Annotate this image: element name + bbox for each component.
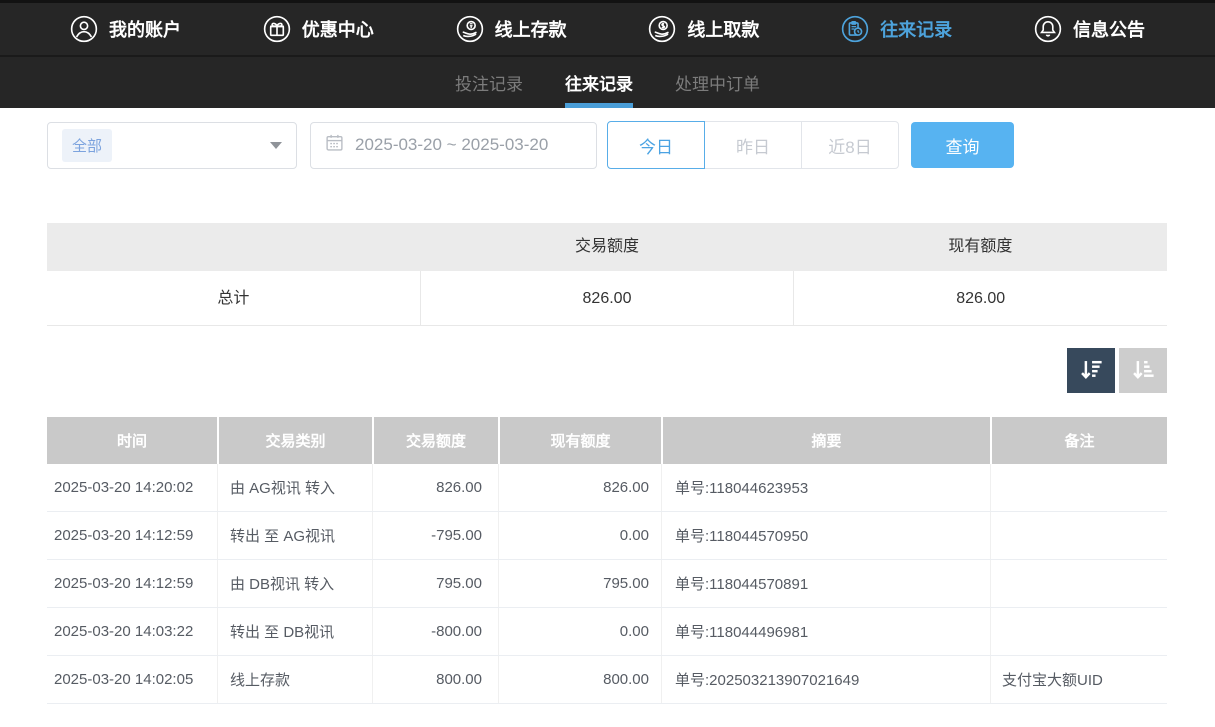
summary-header-row: 交易额度 现有额度 xyxy=(47,223,1167,271)
gift-icon xyxy=(263,15,291,43)
nav-item-label: 信息公告 xyxy=(1073,16,1145,42)
today-button[interactable]: 今日 xyxy=(607,121,705,169)
table-header-row: 时间 交易类别 交易额度 现有额度 摘要 备注 xyxy=(47,417,1167,464)
col-header-summary: 摘要 xyxy=(661,417,990,464)
cell-transaction-amount: 795.00 xyxy=(372,560,498,607)
summary-table: 交易额度 现有额度 总计 826.00 826.00 xyxy=(47,223,1167,326)
col-header-type: 交易类别 xyxy=(217,417,372,464)
cell-type: 转出 至 AG视讯 xyxy=(217,512,372,559)
cell-remark xyxy=(990,464,1167,511)
cell-summary: 单号:202503213907021649 xyxy=(661,656,990,703)
col-header-current-amount: 现有额度 xyxy=(498,417,661,464)
main-content: 全部 2025-03-20 ~ 2025-03-20 今日 昨日 近8日 查询 xyxy=(0,121,1215,704)
nav-item-withdraw[interactable]: 线上取款 xyxy=(648,15,759,43)
bell-icon xyxy=(1034,15,1062,43)
cell-current-amount: 826.00 xyxy=(498,464,661,511)
cell-time: 2025-03-20 14:20:02 xyxy=(47,464,217,511)
table-row: 2025-03-20 14:02:05 线上存款 800.00 800.00 单… xyxy=(47,656,1167,704)
cell-remark: 支付宝大额UID xyxy=(990,656,1167,703)
cell-transaction-amount: -795.00 xyxy=(372,512,498,559)
type-select[interactable]: 全部 xyxy=(47,122,297,169)
calendar-icon xyxy=(325,133,344,157)
caret-down-icon xyxy=(270,142,282,149)
col-header-time: 时间 xyxy=(47,417,217,464)
sort-desc-icon xyxy=(1078,356,1105,386)
table-row: 2025-03-20 14:03:22 转出 至 DB视讯 -800.00 0.… xyxy=(47,608,1167,656)
cell-time: 2025-03-20 14:12:59 xyxy=(47,560,217,607)
summary-total-row: 总计 826.00 826.00 xyxy=(47,271,1167,326)
last-8-days-button[interactable]: 近8日 xyxy=(801,121,899,169)
cell-type: 由 AG视讯 转入 xyxy=(217,464,372,511)
summary-total-label: 总计 xyxy=(47,271,420,325)
tab-transaction-records[interactable]: 往来记录 xyxy=(565,57,633,108)
cell-summary: 单号:118044496981 xyxy=(661,608,990,655)
cell-remark xyxy=(990,608,1167,655)
cell-current-amount: 0.00 xyxy=(498,608,661,655)
filter-bar: 全部 2025-03-20 ~ 2025-03-20 今日 昨日 近8日 查询 xyxy=(47,121,1167,169)
table-row: 2025-03-20 14:12:59 由 DB视讯 转入 795.00 795… xyxy=(47,560,1167,608)
summary-header-transaction-amount: 交易额度 xyxy=(420,223,793,271)
cell-type: 由 DB视讯 转入 xyxy=(217,560,372,607)
summary-header-current-amount: 现有额度 xyxy=(794,223,1167,271)
sort-descending-button[interactable] xyxy=(1067,348,1115,393)
yesterday-button[interactable]: 昨日 xyxy=(704,121,802,169)
nav-item-announcements[interactable]: 信息公告 xyxy=(1034,15,1145,43)
summary-transaction-amount: 826.00 xyxy=(420,271,794,325)
nav-item-label: 往来记录 xyxy=(880,16,952,42)
cell-remark xyxy=(990,512,1167,559)
tab-label: 投注记录 xyxy=(455,70,523,95)
cell-summary: 单号:118044570891 xyxy=(661,560,990,607)
col-header-remark: 备注 xyxy=(990,417,1167,464)
cell-time: 2025-03-20 14:03:22 xyxy=(47,608,217,655)
deposit-icon xyxy=(456,15,484,43)
nav-item-my-account[interactable]: 我的账户 xyxy=(70,15,181,43)
cell-current-amount: 800.00 xyxy=(498,656,661,703)
cell-summary: 单号:118044623953 xyxy=(661,464,990,511)
tab-processing-orders[interactable]: 处理中订单 xyxy=(675,57,760,108)
summary-current-amount: 826.00 xyxy=(793,271,1167,325)
quick-date-button-group: 今日 昨日 近8日 xyxy=(607,121,899,169)
date-range-value: 2025-03-20 ~ 2025-03-20 xyxy=(355,135,548,155)
table-row: 2025-03-20 14:12:59 转出 至 AG视讯 -795.00 0.… xyxy=(47,512,1167,560)
tab-betting-records[interactable]: 投注记录 xyxy=(455,57,523,108)
date-range-input[interactable]: 2025-03-20 ~ 2025-03-20 xyxy=(310,122,597,169)
cell-type: 转出 至 DB视讯 xyxy=(217,608,372,655)
nav-item-label: 线上存款 xyxy=(495,16,567,42)
records-icon xyxy=(841,15,869,43)
cell-summary: 单号:118044570950 xyxy=(661,512,990,559)
sort-controls xyxy=(47,348,1167,393)
transactions-table: 时间 交易类别 交易额度 现有额度 摘要 备注 2025-03-20 14:20… xyxy=(47,417,1167,704)
selected-type-chip: 全部 xyxy=(62,129,112,162)
nav-item-promotions[interactable]: 优惠中心 xyxy=(263,15,374,43)
cell-time: 2025-03-20 14:12:59 xyxy=(47,512,217,559)
summary-header-empty xyxy=(47,223,420,271)
cell-current-amount: 0.00 xyxy=(498,512,661,559)
nav-item-label: 线上取款 xyxy=(687,16,759,42)
cell-current-amount: 795.00 xyxy=(498,560,661,607)
withdraw-icon xyxy=(648,15,676,43)
tab-label: 往来记录 xyxy=(565,70,633,95)
cell-type: 线上存款 xyxy=(217,656,372,703)
tab-label: 处理中订单 xyxy=(675,70,760,95)
sort-asc-icon xyxy=(1130,356,1157,386)
nav-item-transaction-records[interactable]: 往来记录 xyxy=(841,15,952,43)
top-navigation: 我的账户 优惠中心 线上存款 xyxy=(0,0,1215,57)
nav-item-label: 我的账户 xyxy=(109,16,181,42)
table-row: 2025-03-20 14:20:02 由 AG视讯 转入 826.00 826… xyxy=(47,464,1167,512)
sub-navigation: 投注记录 往来记录 处理中订单 xyxy=(0,57,1215,108)
query-button[interactable]: 查询 xyxy=(911,122,1014,168)
cell-remark xyxy=(990,560,1167,607)
col-header-transaction-amount: 交易额度 xyxy=(372,417,498,464)
user-icon xyxy=(70,15,98,43)
cell-transaction-amount: 826.00 xyxy=(372,464,498,511)
nav-item-deposit[interactable]: 线上存款 xyxy=(456,15,567,43)
cell-transaction-amount: 800.00 xyxy=(372,656,498,703)
cell-time: 2025-03-20 14:02:05 xyxy=(47,656,217,703)
nav-item-label: 优惠中心 xyxy=(302,16,374,42)
cell-transaction-amount: -800.00 xyxy=(372,608,498,655)
sort-ascending-button[interactable] xyxy=(1119,348,1167,393)
